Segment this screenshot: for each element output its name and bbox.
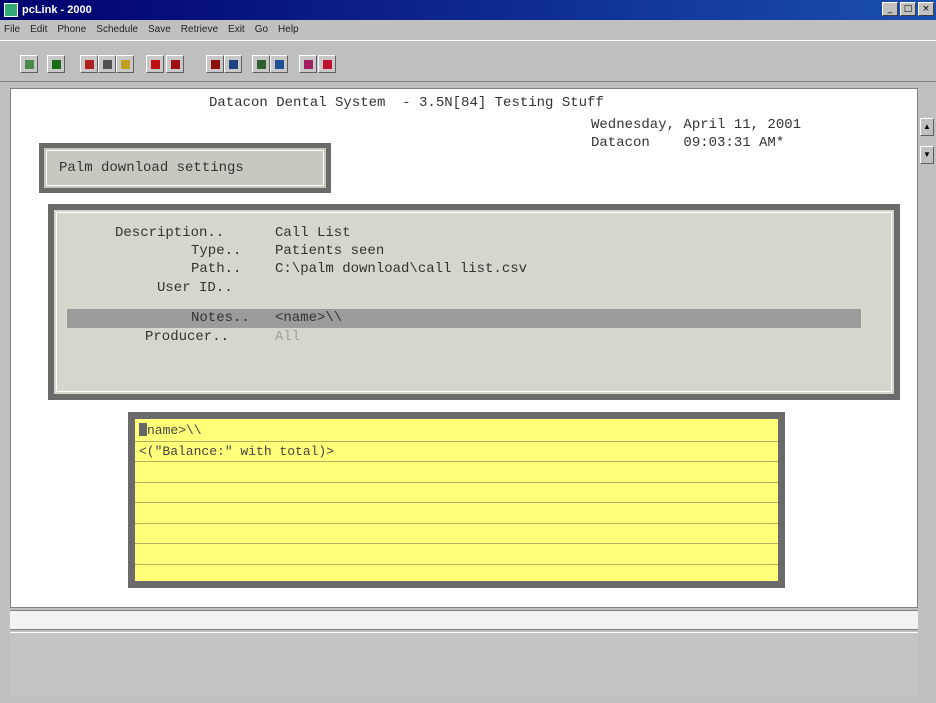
current-time: 09:03:31 AM*	[683, 135, 785, 151]
scroll-down-button[interactable]: ▼	[920, 146, 934, 164]
description-label: Description..	[115, 225, 225, 241]
status-area	[10, 632, 918, 696]
settings-title-box: Palm download settings	[39, 143, 331, 193]
patients-icon	[84, 59, 94, 69]
toolbar-button-tools[interactable]	[206, 55, 224, 73]
dots-icon	[303, 59, 313, 69]
terminal-icon	[51, 59, 61, 69]
current-date: Wednesday, April 11, 2001	[591, 117, 802, 133]
input-line[interactable]	[10, 610, 918, 630]
close-button[interactable]: ×	[918, 2, 934, 16]
site-time-line: Datacon 09:03:31 AM*	[591, 135, 784, 151]
toolbar-button-calendar[interactable]	[224, 55, 242, 73]
toolbar-button-star[interactable]	[116, 55, 134, 73]
selected-row-highlight	[67, 309, 861, 328]
settings-form: Description.. Call List Type.. Patients …	[48, 204, 900, 400]
menu-file[interactable]: File	[4, 24, 20, 35]
toolbar-button-notepad[interactable]	[20, 55, 38, 73]
menu-bar: File Edit Phone Schedule Save Retrieve E…	[0, 20, 936, 38]
notes-rule	[135, 563, 778, 565]
menu-retrieve[interactable]: Retrieve	[181, 24, 218, 35]
user-id-label: User ID..	[157, 280, 233, 296]
notes-rule	[135, 440, 778, 442]
toolbar-button-terminal[interactable]	[47, 55, 65, 73]
system-header: Datacon Dental System - 3.5N[84] Testing…	[209, 95, 604, 111]
toolbar-button-apple[interactable]	[146, 55, 164, 73]
window-title: pcLink - 2000	[22, 4, 92, 16]
site-name: Datacon	[591, 135, 650, 151]
menu-help[interactable]: Help	[278, 24, 299, 35]
menu-schedule[interactable]: Schedule	[96, 24, 138, 35]
producer-label: Producer..	[145, 329, 230, 345]
apple-icon	[150, 59, 160, 69]
tools-icon	[210, 59, 220, 69]
photo-icon	[256, 59, 266, 69]
notes-rule	[135, 502, 778, 503]
menu-go[interactable]: Go	[255, 24, 268, 35]
vertical-scrollbar[interactable]: ▲ ▼	[918, 88, 936, 608]
terminal-screen: Datacon Dental System - 3.5N[84] Testing…	[10, 88, 918, 608]
menu-phone[interactable]: Phone	[57, 24, 86, 35]
calendar-icon	[228, 59, 238, 69]
notes-line: name>\\	[139, 423, 202, 438]
toolbar-button-chart[interactable]	[166, 55, 184, 73]
toolbar-button-photo[interactable]	[252, 55, 270, 73]
notes-rule	[135, 522, 778, 524]
settings-title: Palm download settings	[59, 160, 244, 176]
flower-icon	[322, 59, 332, 69]
toolbar-button-flower[interactable]	[318, 55, 336, 73]
path-label: Path..	[191, 261, 242, 277]
toolbar-button-dots[interactable]	[299, 55, 317, 73]
window-controls: _ □ ×	[882, 2, 934, 16]
print-icon	[102, 59, 112, 69]
minimize-button[interactable]: _	[882, 2, 898, 16]
notes-rule	[135, 481, 778, 483]
type-field[interactable]: Patients seen	[275, 243, 384, 259]
notes-label: Notes..	[191, 310, 250, 326]
star-icon	[120, 59, 130, 69]
title-bar: pcLink - 2000 _ □ ×	[0, 0, 936, 20]
menu-exit[interactable]: Exit	[228, 24, 245, 35]
menu-edit[interactable]: Edit	[30, 24, 47, 35]
notes-line: <("Balance:" with total)>	[139, 443, 335, 459]
toolbar	[0, 40, 936, 82]
toolbar-button-patients[interactable]	[80, 55, 98, 73]
notes-rule	[135, 543, 778, 544]
description-field[interactable]: Call List	[275, 225, 351, 241]
notes-editor[interactable]: name>\\ <("Balance:" with total)>	[128, 412, 785, 588]
chart-icon	[170, 59, 180, 69]
maximize-button[interactable]: □	[900, 2, 916, 16]
toolbar-button-window[interactable]	[270, 55, 288, 73]
scroll-up-button[interactable]: ▲	[920, 118, 934, 136]
producer-field[interactable]: All	[275, 329, 300, 345]
app-icon	[4, 3, 18, 17]
type-label: Type..	[191, 243, 242, 259]
toolbar-button-print[interactable]	[98, 55, 116, 73]
text-cursor	[139, 423, 147, 436]
path-field[interactable]: C:\palm download\call list.csv	[275, 261, 527, 277]
notes-rule	[135, 461, 778, 462]
window-icon	[274, 59, 284, 69]
menu-save[interactable]: Save	[148, 24, 171, 35]
notes-line-text: name>\\	[147, 423, 202, 438]
notepad-icon	[24, 59, 34, 69]
notes-field[interactable]: <name>\\	[275, 310, 342, 326]
